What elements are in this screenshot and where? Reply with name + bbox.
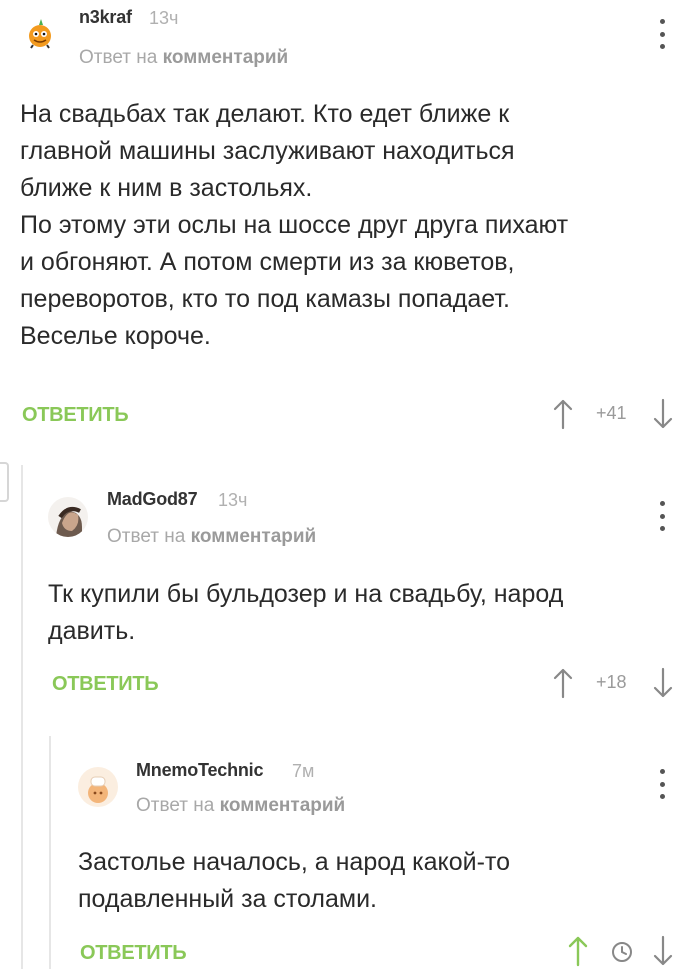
body-line: По этому эти ослы на шоссе друг друга пи… — [20, 211, 569, 239]
reply-button[interactable]: ОТВЕТИТЬ — [80, 942, 187, 965]
body-line: ближе к ним в застольях. — [20, 174, 313, 202]
rating-count: +18 — [596, 672, 627, 692]
reply-to-link[interactable]: комментарий — [163, 47, 289, 68]
avatar-cartoon-icon[interactable] — [20, 14, 60, 54]
body-line: и обгоняют. А потом смерти из за кюветов… — [20, 248, 515, 276]
reply-to-link[interactable]: комментарий — [220, 795, 346, 816]
vote-controls: +41 — [552, 398, 682, 430]
downvote-arrow-icon[interactable] — [652, 935, 674, 967]
reply-to-prefix: Ответ на — [107, 526, 186, 547]
reply-to-link[interactable]: комментарий — [191, 526, 317, 547]
reply-to-prefix: Ответ на — [136, 795, 215, 816]
upvote-arrow-icon[interactable] — [552, 398, 574, 430]
author-name[interactable]: n3kraf — [79, 7, 132, 28]
clock-icon — [612, 942, 632, 962]
more-options-icon[interactable] — [657, 769, 667, 799]
more-options-icon[interactable] — [657, 19, 667, 49]
body-line: Веселье короче. — [20, 322, 211, 350]
downvote-arrow-icon[interactable] — [652, 667, 674, 699]
avatar-photo-icon[interactable] — [48, 497, 88, 537]
reply-to-prefix: Ответ на — [79, 47, 158, 68]
vote-controls: +18 — [552, 667, 682, 699]
comment-1: n3kraf 13ч Ответ на комментарий На свадь… — [0, 0, 700, 450]
comment-3: MnemoTechnic 7м Ответ на комментарий Зас… — [0, 736, 700, 969]
downvote-arrow-icon[interactable] — [652, 398, 674, 430]
comment-time: 7м — [292, 761, 315, 781]
body-line: переворотов, кто то под камазы попадает. — [20, 285, 510, 313]
vote-controls — [567, 935, 682, 967]
body-line: подавленный за столами. — [78, 885, 377, 913]
rating-count: +41 — [596, 403, 627, 423]
reply-to-label: Ответ на комментарий — [107, 526, 316, 548]
reply-to-label: Ответ на комментарий — [79, 47, 288, 69]
reply-button[interactable]: ОТВЕТИТЬ — [22, 404, 129, 427]
author-name[interactable]: MadGod87 — [107, 489, 198, 510]
body-line: Тк купили бы бульдозер и на свадьбу, нар… — [48, 580, 564, 608]
comment-body: Застолье началось, а народ какой-то пода… — [78, 844, 688, 918]
comment-time: 13ч — [149, 8, 179, 28]
upvote-arrow-icon[interactable] — [567, 935, 589, 967]
body-line: давить. — [48, 617, 136, 645]
comment-body: На свадьбах так делают. Кто едет ближе к… — [20, 96, 690, 355]
avatar-default-icon[interactable] — [78, 767, 118, 807]
comment-time: 13ч — [218, 490, 248, 510]
body-line: Застолье началось, а народ какой-то — [78, 848, 510, 876]
reply-button[interactable]: ОТВЕТИТЬ — [52, 673, 159, 696]
body-line: На свадьбах так делают. Кто едет ближе к — [20, 100, 510, 128]
upvote-arrow-icon[interactable] — [552, 667, 574, 699]
reply-to-label: Ответ на комментарий — [136, 795, 345, 817]
more-options-icon[interactable] — [657, 501, 667, 531]
comment-body: Тк купили бы бульдозер и на свадьбу, нар… — [48, 576, 688, 650]
thread-line[interactable] — [49, 736, 51, 969]
author-name[interactable]: MnemoTechnic — [136, 760, 263, 781]
body-line: главной машины заслуживают находиться — [20, 137, 515, 165]
